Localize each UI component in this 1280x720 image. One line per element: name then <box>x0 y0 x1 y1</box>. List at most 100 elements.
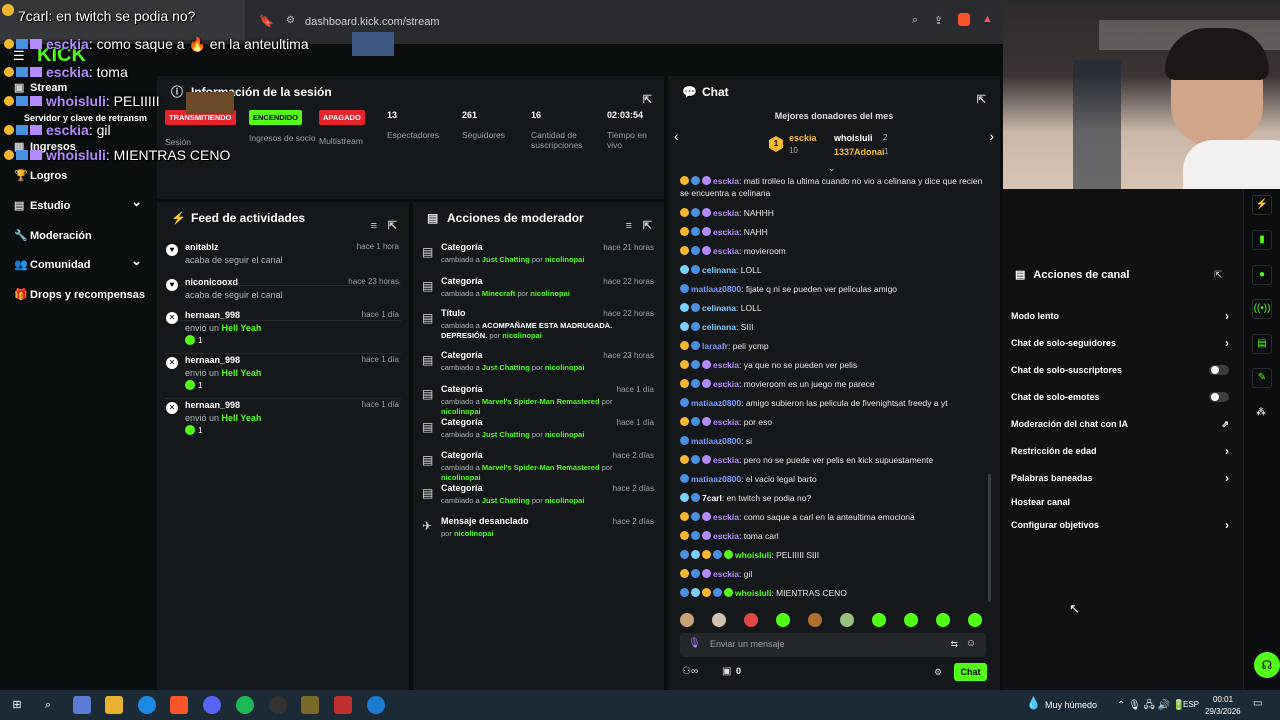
points-icon[interactable]: ▣ <box>722 666 731 677</box>
mod-user[interactable]: nicolinopai <box>545 430 585 439</box>
feed-username[interactable]: hernaan_998 <box>185 355 240 365</box>
sidebar-item-drops[interactable]: 🎁 Drops y recompensas <box>14 285 145 305</box>
sidebar-item-moderacion[interactable]: 🔧 Moderación <box>14 226 92 246</box>
channel-action-item[interactable]: Restricción de edad › <box>1011 443 1231 459</box>
bolt-icon[interactable]: ⚡ <box>1252 195 1272 215</box>
channel-action-item[interactable]: Palabras baneadas › <box>1011 470 1231 486</box>
tray-icons[interactable]: ⌃ 🎙 🖧 🔊 🔋 <box>1117 698 1185 715</box>
chat-message[interactable]: esckia: NAHH <box>680 226 988 238</box>
emote-icon[interactable] <box>968 613 982 627</box>
bookmark-icon[interactable]: 🔖 <box>259 14 274 28</box>
chevron-left-icon[interactable]: ‹ <box>674 128 679 144</box>
chat-username[interactable]: matiaaz0800 <box>691 398 741 408</box>
chat-username[interactable]: matiaaz0800 <box>691 436 741 446</box>
mod-user[interactable]: nicolinopai <box>441 407 481 416</box>
clock-date[interactable]: 29/3/2026 <box>1205 707 1241 716</box>
chat-message[interactable]: esckia: NAHHH <box>680 207 988 219</box>
chat-username[interactable]: esckia <box>713 569 739 579</box>
channel-action-item[interactable]: Moderación del chat con IA ⇗ <box>1011 416 1231 432</box>
mod-user[interactable]: nicolinopai <box>502 331 542 340</box>
brave-shield-icon[interactable] <box>958 13 970 26</box>
windows-start-icon[interactable]: ⊞ <box>8 696 26 714</box>
emote-icon[interactable] <box>680 613 694 627</box>
mod-user[interactable]: nicolinopai <box>545 255 585 264</box>
feed-item[interactable]: ✕ hernaan_998 envió un Hell Yeah 1 hace 1 dí… <box>157 353 409 399</box>
document-icon[interactable]: ▮ <box>1252 230 1272 250</box>
chat-message[interactable]: esckia: movieroom <box>680 245 988 257</box>
chat-username[interactable]: esckia <box>713 417 739 427</box>
chat-username[interactable]: esckia <box>713 360 739 370</box>
chat-message[interactable]: esckia: por eso <box>680 416 988 428</box>
channel-action-item[interactable]: Chat de solo-seguidores › <box>1011 335 1231 351</box>
search-icon[interactable]: ⌕ <box>39 696 57 714</box>
mod-user[interactable]: nicolinopai <box>454 529 494 538</box>
chat-username[interactable]: celinana <box>702 303 736 313</box>
app-icon[interactable] <box>301 696 319 714</box>
edge-icon[interactable] <box>138 696 156 714</box>
url-bar[interactable]: dashboard.kick.com/stream <box>280 10 1000 34</box>
chat-message[interactable]: matiaaz0800: si <box>680 435 988 447</box>
chat-message[interactable]: laraafr: peli ycmp <box>680 340 988 352</box>
chat-message[interactable]: celinana: LOLL <box>680 264 988 276</box>
chat-username[interactable]: esckia <box>713 455 739 465</box>
brave-icon[interactable] <box>170 696 188 714</box>
settings-gear-icon[interactable]: ⚙ <box>934 667 942 678</box>
chat-username[interactable]: whoisluli <box>735 588 771 598</box>
weather-text[interactable]: Muy húmedo <box>1045 700 1097 710</box>
emote-icon[interactable] <box>808 613 822 627</box>
chat-scrollbar[interactable] <box>988 474 991 602</box>
chat-username[interactable]: 7carl <box>702 493 722 503</box>
chat-username[interactable]: esckia <box>713 176 739 186</box>
chat-message[interactable]: whoisluli: MIENTRAS CENO <box>680 587 988 599</box>
chat-message[interactable]: matiaaz0800: fijate q ni se pueden ver p… <box>680 283 988 295</box>
feed-item[interactable]: ✕ hernaan_998 envió un Hell Yeah 1 hace 1 dí… <box>157 308 409 354</box>
discord-icon[interactable] <box>203 696 221 714</box>
chat-bubble-icon[interactable]: ● <box>1252 265 1272 285</box>
support-headset-icon[interactable]: ☊ <box>1254 652 1280 678</box>
chat-message[interactable]: celinana: LOLL <box>680 302 988 314</box>
zoom-icon[interactable]: ⌕ <box>912 14 918 27</box>
chat-username[interactable]: esckia <box>713 227 739 237</box>
voicemod-icon[interactable] <box>334 696 352 714</box>
emote-picker-icon[interactable]: ☺ <box>966 638 976 649</box>
share-icon[interactable]: ⇪ <box>934 14 943 27</box>
chat-username[interactable]: laraafr <box>702 341 728 351</box>
sidebar-item-estudio[interactable]: ▤ Estudio ⌄ <box>14 194 142 216</box>
emote-icon[interactable] <box>840 613 854 627</box>
chat-message[interactable]: matiaaz0800: amigo subieron las pelicula… <box>680 397 988 409</box>
chat-message[interactable]: 7carl: en twitch se podia no? <box>680 492 988 504</box>
feed-item[interactable]: ✕ hernaan_998 envió un Hell Yeah 1 hace 1 dí… <box>157 398 409 442</box>
activity-icon[interactable]: ⚇∞ <box>682 666 698 677</box>
sidebar-item-comunidad[interactable]: 👥 Comunidad ⌄ <box>14 253 142 275</box>
clock-time[interactable]: 00:01 <box>1213 695 1233 704</box>
channel-action-item[interactable]: Hostear canal <box>1011 494 1231 510</box>
chat-message[interactable]: esckia: toma carl <box>680 530 988 542</box>
toggle-switch[interactable] <box>1209 392 1229 402</box>
spotify-icon[interactable] <box>236 696 254 714</box>
chat-username[interactable]: matiaaz0800 <box>691 474 741 484</box>
channel-action-item[interactable]: Modo lento › <box>1011 308 1231 324</box>
chat-username[interactable]: celinana <box>702 265 736 275</box>
language-indicator[interactable]: ESP <box>1183 700 1199 709</box>
translate-icon[interactable]: ⇆ <box>950 639 958 650</box>
chat-message[interactable]: esckia: gil <box>680 568 988 580</box>
obs-icon[interactable] <box>269 696 287 714</box>
emote-icon[interactable] <box>936 613 950 627</box>
chat-message[interactable]: esckia: mati trolleo la ultima cuando no… <box>680 175 988 199</box>
emote-icon[interactable] <box>776 613 790 627</box>
broadcast-icon[interactable]: ((•)) <box>1252 299 1272 319</box>
chat-username[interactable]: whoisluli <box>735 550 771 560</box>
mod-user[interactable]: nicolinopai <box>545 363 585 372</box>
emote-icon[interactable] <box>904 613 918 627</box>
file-explorer-icon[interactable] <box>105 696 123 714</box>
popout-icon[interactable]: ⇱ <box>1214 270 1222 281</box>
filter-icon[interactable]: ≡ <box>626 210 632 242</box>
chat-username[interactable]: esckia <box>713 208 739 218</box>
notification-icon[interactable]: ▭ <box>1253 698 1262 709</box>
chat-username[interactable]: esckia <box>713 531 739 541</box>
app-icon[interactable] <box>367 696 385 714</box>
share-nodes-icon[interactable]: ⁂ <box>1256 407 1266 418</box>
feed-username[interactable]: hernaan_998 <box>185 310 240 320</box>
collapse-icon[interactable]: ⌄ <box>828 163 836 174</box>
copilot-icon[interactable] <box>73 696 91 714</box>
